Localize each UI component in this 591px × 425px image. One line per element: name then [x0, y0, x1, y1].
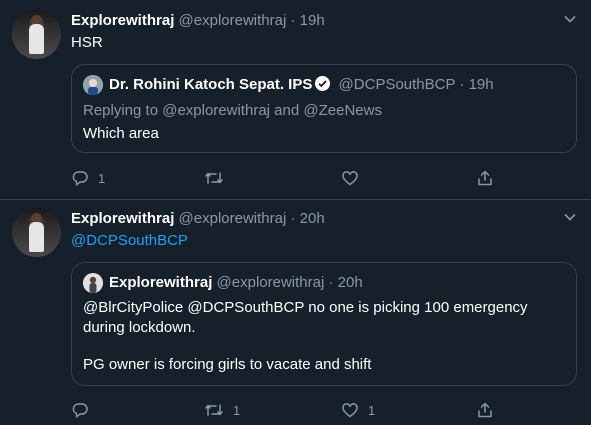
mention-link[interactable]: @DCPSouthBCP	[71, 232, 188, 249]
tweet-header: Explorewithraj @explorewithraj · 19h	[71, 12, 325, 29]
replying-user-link[interactable]: @explorewithraj	[162, 102, 270, 119]
avatar-image	[83, 75, 103, 95]
avatar[interactable]	[12, 10, 61, 59]
share-icon	[478, 402, 492, 418]
replying-and: and	[270, 102, 304, 119]
author-handle[interactable]: @explorewithraj	[179, 210, 287, 227]
quoted-timestamp[interactable]: 20h	[338, 274, 363, 291]
quoted-author-name[interactable]: Explorewithraj	[109, 274, 212, 291]
replying-prefix: Replying to	[83, 102, 163, 119]
retweet-icon	[205, 404, 223, 416]
separator: ·	[290, 12, 296, 29]
reply-icon	[72, 171, 88, 186]
separator: ·	[459, 76, 465, 93]
reply-button[interactable]	[71, 400, 98, 420]
quoted-tweet[interactable]: Dr. Rohini Katoch Sepat. IPS @DCPSouthBC…	[71, 64, 577, 153]
retweet-button[interactable]	[204, 168, 233, 188]
author-handle[interactable]: @explorewithraj	[179, 12, 287, 29]
retweet-count: 1	[233, 402, 241, 418]
replying-user-link[interactable]: @ZeeNews	[303, 102, 382, 119]
separator: ·	[328, 274, 334, 291]
share-button[interactable]	[476, 168, 494, 188]
like-count: 1	[368, 402, 376, 418]
quoted-text-line: PG owner is forcing girls to vacate and …	[83, 356, 372, 373]
timestamp[interactable]: 19h	[300, 12, 325, 29]
quoted-avatar	[83, 273, 103, 293]
retweet-button[interactable]: 1	[204, 400, 240, 420]
share-button[interactable]	[476, 400, 494, 420]
replying-to: Replying to @explorewithraj and @ZeeNews	[83, 100, 382, 121]
tweet[interactable]: Explorewithraj @explorewithraj · 20h @DC…	[0, 200, 591, 425]
quoted-avatar	[83, 75, 103, 95]
avatar-image	[83, 273, 103, 293]
author-name[interactable]: Explorewithraj	[71, 12, 174, 29]
tweet-text: HSR	[71, 34, 103, 51]
quoted-timestamp[interactable]: 19h	[469, 76, 494, 93]
quoted-author-name[interactable]: Dr. Rohini Katoch Sepat. IPS	[109, 76, 312, 93]
chevron-down-icon[interactable]	[563, 12, 577, 26]
quoted-author-handle[interactable]: @DCPSouthBCP	[339, 76, 456, 93]
quoted-header: Explorewithraj @explorewithraj · 20h	[109, 274, 363, 291]
quoted-author-handle[interactable]: @explorewithraj	[217, 274, 325, 291]
avatar[interactable]	[12, 208, 61, 257]
reply-count: 1	[98, 170, 106, 186]
quoted-text-line: during lockdown.	[83, 319, 196, 336]
quoted-tweet[interactable]: Explorewithraj @explorewithraj · 20h @Bl…	[71, 262, 577, 386]
tweet-actions: 1 1	[71, 400, 494, 420]
like-button[interactable]	[341, 168, 368, 188]
share-icon	[478, 170, 492, 186]
retweet-icon	[205, 172, 223, 184]
verified-badge-icon	[315, 76, 331, 91]
separator: ·	[290, 210, 296, 227]
quoted-text-line: @BlrCityPolice @DCPSouthBCP no one is pi…	[83, 299, 528, 316]
heart-icon	[342, 403, 358, 418]
heart-icon	[342, 171, 358, 186]
reply-icon	[72, 403, 88, 418]
like-button[interactable]: 1	[341, 400, 375, 420]
tweet[interactable]: Explorewithraj @explorewithraj · 19h HSR…	[0, 0, 591, 199]
avatar-figure	[29, 222, 44, 252]
timestamp[interactable]: 20h	[300, 210, 325, 227]
quoted-header: Dr. Rohini Katoch Sepat. IPS @DCPSouthBC…	[109, 76, 494, 93]
avatar-figure	[29, 24, 44, 54]
tweet-header: Explorewithraj @explorewithraj · 20h	[71, 210, 325, 227]
tweet-actions: 1	[71, 168, 494, 188]
chevron-down-icon[interactable]	[563, 210, 577, 224]
reply-button[interactable]: 1	[71, 168, 105, 188]
quoted-text: Which area	[83, 125, 159, 142]
author-name[interactable]: Explorewithraj	[71, 210, 174, 227]
